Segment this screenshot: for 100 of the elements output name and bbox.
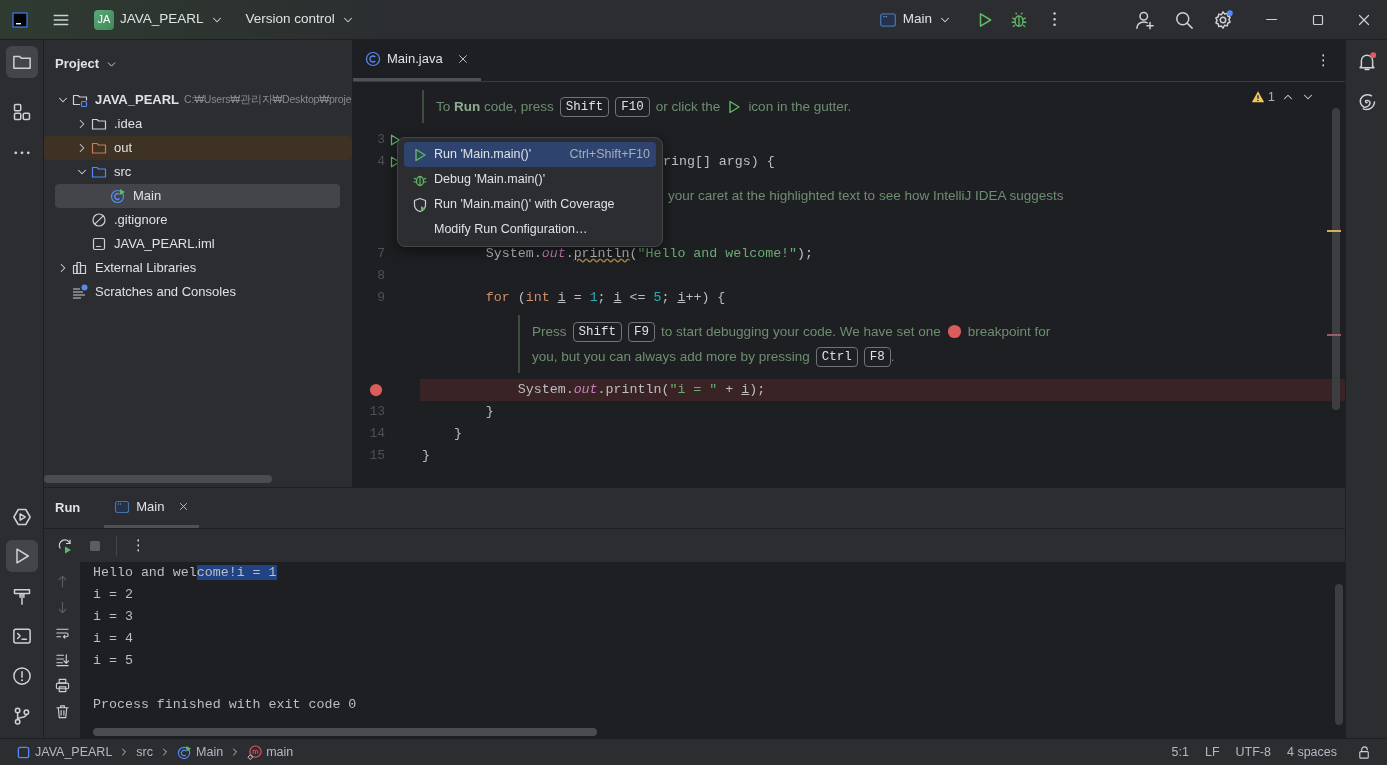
breakpoint-stripe (1327, 334, 1341, 336)
breadcrumb[interactable]: Main (175, 742, 226, 762)
menu-item[interactable]: Run 'Main.main()' with Coverage (404, 192, 656, 217)
minimize-icon (1266, 18, 1278, 21)
scrollbar[interactable] (1332, 108, 1340, 410)
scratches-icon (72, 284, 88, 300)
window-icon (114, 498, 131, 515)
class-icon (110, 188, 126, 204)
app-logo (12, 11, 28, 28)
count-text: 1 (1267, 88, 1275, 106)
hammer-icon (11, 586, 32, 606)
run-gutter-icon[interactable] (388, 133, 402, 147)
menu-item[interactable]: Debug 'Main.main()' (404, 167, 656, 192)
console-line: i = 5 (93, 652, 133, 670)
services-icon (11, 507, 32, 527)
hint-text: or click the (655, 98, 721, 116)
code-line: ring[] args) { (663, 153, 775, 172)
settings-icon (1213, 9, 1233, 30)
project-badge: JA (94, 9, 114, 30)
tree-label: Main (133, 187, 162, 206)
folder-icon (91, 116, 107, 132)
add-user-icon (1135, 9, 1155, 30)
key-cap: Ctrl (815, 346, 858, 367)
tree-item[interactable]: Scratches and Consoles (55, 280, 340, 304)
run-tool-button[interactable] (5, 540, 38, 572)
tree-label: Scratches and Consoles (95, 283, 236, 302)
scrollbar[interactable] (93, 728, 597, 736)
vcs-label: Version control (245, 10, 335, 29)
shortcut-text: Ctrl+Shift+F10 (569, 146, 650, 164)
breakpoint-icon (946, 324, 962, 339)
tree-label: src (114, 163, 132, 182)
key-cap: F8 (863, 346, 891, 367)
code-line: } (422, 447, 430, 466)
key-cap: Shift (572, 321, 623, 342)
project-tool-button[interactable] (5, 46, 38, 78)
breakpoint-icon[interactable] (369, 383, 383, 397)
editor-tab[interactable]: Main.java (353, 40, 481, 81)
console-line: Hello and welcome!i = 1 (93, 564, 277, 582)
scroll-to-end-icon (54, 651, 70, 667)
breadcrumb[interactable]: src (134, 742, 156, 762)
menu-label: Debug 'Main.main()' (434, 171, 546, 189)
code-line: } (453, 425, 462, 444)
tree-label: .gitignore (114, 211, 168, 230)
hint-text: to start debugging your code. We have set one (661, 323, 941, 341)
status-item[interactable]: 4 spaces (1278, 742, 1345, 762)
scrollbar[interactable] (44, 475, 272, 483)
menu-item[interactable]: Run 'Main.main()' Ctrl+Shift+F10 (404, 142, 656, 167)
vcs-menu[interactable]: Version control (241, 4, 359, 35)
key-cap: F10 (615, 96, 650, 117)
code-line: System.out.println("Hello and welcome!"); (485, 245, 814, 264)
tree-item[interactable]: External Libraries (55, 256, 340, 280)
code-line: for (int i = 1; i <= 5; i++) { (485, 289, 726, 308)
breadcrumb[interactable]: JAVA_PEARL (14, 742, 115, 762)
shield-icon (412, 196, 428, 213)
tree-label: out (114, 139, 133, 158)
menu-label: Modify Run Configuration… (434, 221, 588, 239)
hint-text: icon in the gutter. (748, 98, 852, 116)
tree-item[interactable]: Main (55, 184, 340, 208)
panel-title: Run (55, 499, 81, 518)
console-line: Process finished with exit code 0 (93, 696, 357, 714)
problems-icon (11, 666, 32, 686)
panel-title-dropdown[interactable]: Project (55, 49, 119, 79)
status-item[interactable]: 5:1 (1163, 742, 1197, 762)
search-icon (1174, 9, 1194, 30)
menu-item[interactable]: Modify Run Configuration… (404, 217, 656, 242)
close-icon[interactable] (178, 501, 190, 512)
method-icon (247, 744, 263, 760)
tree-item[interactable]: src (55, 160, 340, 184)
project-name: JAVA_PEARL (120, 10, 204, 29)
tree-item[interactable]: out (44, 136, 352, 160)
status-item[interactable]: UTF-8 (1227, 742, 1279, 762)
run-config-selector[interactable]: Main (872, 4, 958, 35)
tree-label: JAVA_PEARL (95, 91, 180, 110)
folder-icon (91, 164, 107, 180)
run-tab[interactable]: Main (104, 488, 200, 528)
warning-icon (1250, 89, 1265, 104)
close-icon[interactable] (456, 53, 469, 65)
project-switcher[interactable]: JA JAVA_PEARL (90, 4, 228, 35)
scrollbar[interactable] (1335, 584, 1343, 725)
menu-label: Run 'Main.main()' (434, 146, 532, 164)
more-icon (13, 151, 30, 155)
warning-count[interactable]: 1 (1250, 87, 1275, 107)
tree-item[interactable]: JAVA_PEARL C:₩Users₩관리자₩Desktop₩proje (55, 88, 352, 112)
tree-item[interactable]: JAVA_PEARL.iml (55, 232, 340, 256)
hint-text: breakpoint for (967, 323, 1051, 341)
bug-icon (1010, 10, 1028, 29)
more-icon (1321, 54, 1325, 67)
tree-item[interactable]: .idea (55, 112, 340, 136)
hint-text: . (890, 348, 895, 366)
hint-text: your caret at the highlighted text to see how IntelliJ IDEA suggests (668, 187, 1064, 205)
path-text: C:₩Users₩관리자₩Desktop₩proje (184, 92, 352, 108)
code-line: } (485, 403, 494, 422)
hint-text: To Run code, press (436, 98, 554, 116)
window-icon (878, 10, 897, 29)
breadcrumb[interactable]: main (245, 742, 296, 762)
more-icon (1053, 12, 1057, 27)
folder-icon (91, 140, 107, 156)
tree-item[interactable]: .gitignore (55, 208, 340, 232)
status-item[interactable]: LF (1196, 742, 1228, 762)
lock-icon (1356, 744, 1372, 760)
